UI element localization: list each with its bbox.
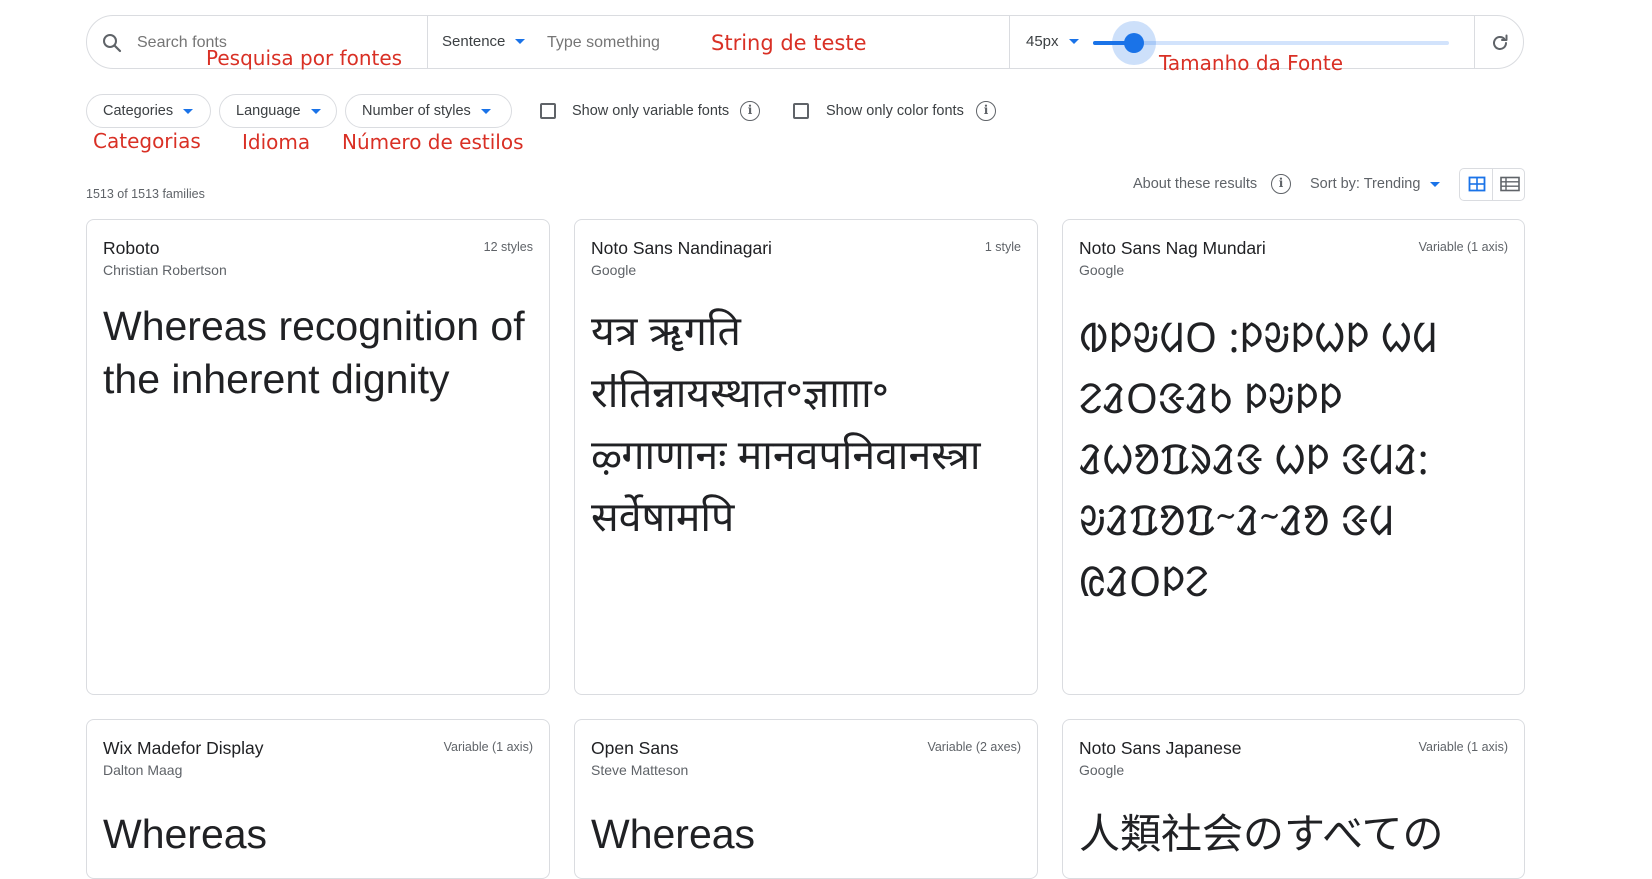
- results-count: 1513 of 1513 families: [86, 187, 205, 201]
- sort-select[interactable]: Sort by: Trending: [1310, 176, 1441, 192]
- categories-filter-label: Categories: [103, 103, 174, 119]
- refresh-icon[interactable]: [1488, 31, 1512, 55]
- info-icon[interactable]: i: [1271, 174, 1291, 194]
- font-card[interactable]: Noto Sans Japanese Google Variable (1 ax…: [1062, 719, 1525, 879]
- preview-mode-label: Sentence: [442, 33, 506, 50]
- font-name: Noto Sans Japanese: [1079, 738, 1242, 758]
- font-name: Noto Sans Nandinagari: [591, 238, 772, 258]
- font-author: Google: [1079, 262, 1125, 278]
- list-view-icon[interactable]: [1499, 174, 1521, 194]
- divider: [1474, 16, 1475, 68]
- font-name: Noto Sans Nag Mundari: [1079, 238, 1266, 258]
- font-card[interactable]: Wix Madefor Display Dalton Maag Variable…: [86, 719, 550, 879]
- divider: [427, 16, 428, 68]
- annotation-font-size: Tamanho da Fonte: [1159, 51, 1344, 75]
- font-name: Roboto: [103, 238, 160, 258]
- font-styles: Variable (2 axes): [927, 740, 1021, 754]
- grid-view-icon[interactable]: [1467, 174, 1487, 194]
- font-author: Google: [1079, 762, 1125, 778]
- font-card[interactable]: Noto Sans Nandinagari Google 1 style यत्…: [574, 219, 1038, 695]
- variable-fonts-label: Show only variable fonts: [572, 103, 730, 119]
- font-name: Open Sans: [591, 738, 679, 758]
- chevron-down-icon: [183, 108, 194, 114]
- font-styles: 12 styles: [483, 240, 533, 254]
- font-card[interactable]: Open Sans Steve Matteson Variable (2 axe…: [574, 719, 1038, 879]
- info-icon[interactable]: i: [976, 101, 996, 121]
- chevron-down-icon: [480, 108, 491, 114]
- chevron-down-icon: [310, 108, 321, 114]
- font-author: Dalton Maag: [103, 762, 183, 778]
- font-card[interactable]: Roboto Christian Robertson 12 styles Whe…: [86, 219, 550, 695]
- font-name: Wix Madefor Display: [103, 738, 264, 758]
- categories-filter[interactable]: Categories: [86, 94, 211, 128]
- chevron-down-icon: [515, 39, 526, 44]
- styles-filter-label: Number of styles: [362, 103, 471, 119]
- color-fonts-label: Show only color fonts: [826, 103, 964, 119]
- chevron-down-icon: [1068, 39, 1079, 44]
- annotation-search: Pesquisa por fontes: [206, 46, 403, 70]
- variable-fonts-checkbox[interactable]: [540, 103, 556, 119]
- font-size-select[interactable]: 45px: [1026, 33, 1079, 50]
- divider: [1009, 16, 1010, 68]
- font-styles: 1 style: [984, 240, 1021, 254]
- language-filter[interactable]: Language: [219, 94, 337, 128]
- divider: [1492, 169, 1493, 200]
- color-fonts-checkbox[interactable]: [793, 103, 809, 119]
- annotation-styles: Número de estilos: [342, 130, 524, 154]
- font-size-slider[interactable]: [1093, 21, 1449, 65]
- font-size-label: 45px: [1026, 33, 1059, 50]
- styles-filter[interactable]: Number of styles: [345, 94, 512, 128]
- font-author: Christian Robertson: [103, 262, 227, 278]
- search-icon: [103, 34, 122, 53]
- font-sample: Whereas: [103, 811, 268, 857]
- preview-mode-select[interactable]: Sentence: [442, 33, 526, 50]
- font-sample: Whereas recognition of the inherent dign…: [103, 303, 525, 402]
- font-author: Steve Matteson: [591, 762, 689, 778]
- font-sample: ᱵᱞᱶᱢᱛ ᱺᱞᱶᱞᱦᱞ ᱦᱢ ᱮᱲᱛᱝᱲᱠ ᱞᱶᱞᱞ ᱲᱦᱚᱯᱨᱲᱝ ᱦᱞ ᱝ…: [1079, 315, 1438, 605]
- view-toggle: [1459, 168, 1525, 201]
- font-sample: 人類社会のすべての: [1079, 811, 1444, 857]
- font-sample: Whereas: [591, 811, 756, 857]
- font-styles: Variable (1 axis): [1418, 740, 1508, 754]
- annotation-test-string: String de teste: [711, 31, 867, 55]
- font-sample: यत्र ॠगति राऺतिन्नायस्थात॰ज्ञाााा॰ ऴ्गाण…: [591, 308, 981, 540]
- font-styles: Variable (1 axis): [443, 740, 533, 754]
- annotation-categories: Categorias: [93, 129, 201, 153]
- annotation-language: Idioma: [242, 130, 311, 154]
- info-icon[interactable]: i: [740, 101, 760, 121]
- font-card[interactable]: Noto Sans Nag Mundari Google Variable (1…: [1062, 219, 1525, 695]
- font-styles: Variable (1 axis): [1418, 240, 1508, 254]
- font-author: Google: [591, 262, 637, 278]
- sort-label: Sort by: Trending: [1310, 176, 1421, 192]
- about-results-link[interactable]: About these results: [1133, 176, 1257, 192]
- chevron-down-icon: [1430, 181, 1441, 187]
- language-filter-label: Language: [236, 103, 301, 119]
